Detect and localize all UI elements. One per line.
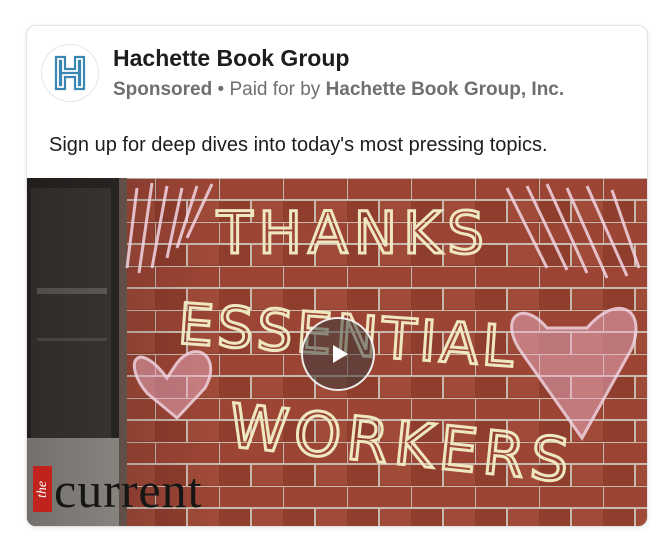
- hachette-h-logo-icon: [54, 55, 86, 91]
- advertiser-name[interactable]: Hachette Book Group: [113, 45, 349, 72]
- watermark-the: the: [33, 466, 52, 512]
- advertiser-logo[interactable]: [41, 44, 99, 102]
- chalk-line-1: THANKS: [216, 199, 490, 267]
- video-thumbnail[interactable]: THANKS ESSENTIAL WORKERS the current: [27, 178, 647, 526]
- sponsored-label: Sponsored: [113, 79, 213, 100]
- meta-separator: •: [217, 79, 225, 100]
- paid-for-by-label: Paid for by: [229, 79, 321, 100]
- ad-body-text: Sign up for deep dives into today's most…: [49, 134, 548, 156]
- payer-name: Hachette Book Group, Inc.: [325, 79, 565, 100]
- play-button[interactable]: [301, 317, 375, 391]
- the-current-watermark: the current: [33, 462, 203, 518]
- play-icon: [333, 345, 348, 363]
- chalk-line-3: WORKERS: [225, 391, 578, 497]
- sponsored-ad-card: Hachette Book Group Sponsored • Paid for…: [26, 25, 648, 527]
- ad-header: Hachette Book Group Sponsored • Paid for…: [27, 26, 647, 116]
- watermark-current: current: [54, 462, 203, 518]
- sponsorship-line: Sponsored • Paid for by Hachette Book Gr…: [113, 79, 564, 101]
